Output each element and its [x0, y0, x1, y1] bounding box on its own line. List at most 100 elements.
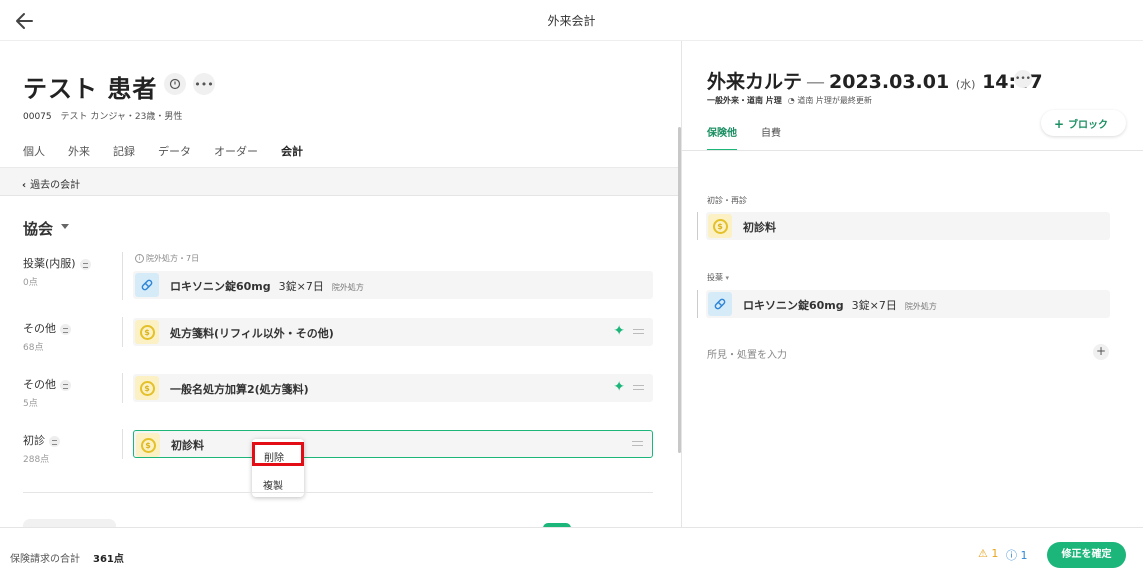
- sparkle-icon[interactable]: ✦: [613, 379, 625, 395]
- karte-item[interactable]: ロキソニン錠60mg 3錠×7日 院外処方: [706, 290, 1110, 318]
- karte-time: 14:47: [982, 71, 1043, 93]
- karte-item[interactable]: $ 初診料: [706, 212, 1110, 240]
- history-icon: ◔: [787, 96, 795, 105]
- past-accounting-label: 過去の会計: [30, 180, 81, 191]
- karte-title-text: 外来カルテ: [707, 71, 803, 93]
- page-title: 外来会計: [547, 14, 596, 28]
- drag-handle-icon[interactable]: [633, 329, 644, 334]
- reorder-icon[interactable]: [79, 258, 91, 270]
- reorder-icon[interactable]: [60, 323, 71, 335]
- past-accounting-link[interactable]: ‹ 過去の会計: [0, 168, 681, 196]
- chevron-left-icon: ‹: [22, 180, 27, 191]
- patient-details: テスト カンジャ・23歳・男性: [60, 112, 183, 122]
- category-label: 投薬(内服): [23, 255, 91, 271]
- section-label[interactable]: 投薬 ▾: [707, 272, 729, 283]
- patient-meta: 00075 テスト カンジャ・23歳・男性: [23, 109, 182, 122]
- category-name: 初診: [23, 434, 45, 447]
- info-count: 1: [1020, 549, 1028, 562]
- category-label: 初診: [23, 432, 60, 448]
- pill-icon: [708, 292, 732, 316]
- info-icon: ⓘ: [1006, 549, 1017, 562]
- coin-icon: $: [135, 376, 159, 400]
- info-icon: i: [135, 254, 144, 263]
- karte-updated: 道南 片理が最終更新: [797, 96, 872, 105]
- category-name: その他: [23, 322, 56, 335]
- reorder-icon[interactable]: [60, 379, 71, 391]
- category-name: その他: [23, 378, 56, 391]
- karte-more-icon[interactable]: •••: [1014, 70, 1032, 88]
- order-item-selected[interactable]: $ 初診料: [133, 430, 653, 458]
- pane-divider: [681, 41, 682, 527]
- section-divider: [23, 492, 653, 493]
- section-label: 初診・再診: [707, 196, 747, 205]
- karte-item-quantity: 3錠×7日: [851, 299, 897, 312]
- caret-down-icon[interactable]: [61, 224, 69, 229]
- item-sub: 院外処方: [331, 283, 364, 292]
- category-points: 0点: [23, 278, 38, 288]
- category-points: 288点: [23, 455, 50, 465]
- karte-item-sub: 院外処方: [904, 302, 937, 311]
- reorder-icon[interactable]: [49, 435, 60, 447]
- item-name: 処方箋料(リフィル以外・その他): [170, 327, 334, 340]
- caret-down-icon: ▾: [725, 274, 730, 282]
- block-button-label: ブロック: [1068, 120, 1109, 131]
- tab-insurance[interactable]: 保険他: [707, 124, 737, 151]
- accounting-pane: テスト 患者 ••• 00075 テスト カンジャ・23歳・男性 個人 外来 記…: [0, 41, 681, 527]
- category-label: その他: [23, 320, 71, 336]
- bottom-bar: 保険請求の合計 361点 ⚠ 1 ⓘ 1 修正を確定: [0, 527, 1143, 578]
- note-text: 院外処方・7日: [146, 254, 200, 263]
- total-value: 361点: [93, 554, 124, 565]
- item-name: ロキソニン錠60mg: [170, 280, 271, 293]
- category-label: その他: [23, 376, 71, 392]
- karte-item-name: ロキソニン錠60mg: [743, 299, 844, 312]
- drag-handle-icon[interactable]: [633, 385, 644, 390]
- confirm-button[interactable]: 修正を確定: [1047, 542, 1126, 568]
- coin-icon: $: [136, 433, 160, 457]
- category-name: 投薬(内服): [23, 257, 76, 270]
- item-quantity: 3錠×7日: [278, 280, 324, 293]
- findings-input[interactable]: 所見・処置を入力: [707, 346, 787, 361]
- insurer-title[interactable]: 協会: [23, 218, 53, 239]
- group-line: [122, 252, 123, 300]
- add-block-button[interactable]: + ブロック: [1041, 110, 1126, 136]
- faded-button[interactable]: [23, 519, 116, 527]
- karte-type: 一般外来・道南 片理: [707, 96, 782, 105]
- item-name: 初診料: [171, 439, 204, 452]
- karte-dow: (水): [955, 78, 976, 91]
- karte-date: 2023.03.01: [829, 71, 950, 93]
- category-points: 68点: [23, 343, 44, 353]
- section-label-text: 投薬: [707, 273, 723, 282]
- karte-sub: 一般外来・道南 片理 ◔ 道南 片理が最終更新: [707, 95, 872, 106]
- tab-self-pay[interactable]: 自費: [761, 124, 781, 151]
- group-line: [122, 373, 123, 403]
- drag-handle-icon[interactable]: [632, 441, 643, 446]
- warning-indicator[interactable]: ⚠ 1: [978, 547, 998, 560]
- patient-id: 00075: [23, 112, 52, 122]
- context-menu: 削除 複製: [252, 439, 304, 497]
- section-bar: [697, 290, 698, 318]
- delete-menu-item[interactable]: 削除: [252, 442, 304, 466]
- group-line: [122, 429, 123, 459]
- info-indicator[interactable]: ⓘ 1: [1006, 547, 1028, 563]
- karte-tabs-divider: [682, 150, 1143, 151]
- coin-icon: $: [708, 214, 732, 238]
- prescription-note: i 院外処方・7日: [135, 253, 199, 264]
- plus-icon: +: [1054, 117, 1065, 131]
- order-item[interactable]: $ 処方箋料(リフィル以外・その他) ✦: [133, 318, 653, 346]
- category-points: 5点: [23, 399, 38, 409]
- order-item[interactable]: $ 一般名処方加算2(処方箋料) ✦: [133, 374, 653, 402]
- section-bar: [697, 212, 698, 240]
- karte-tabs: 保険他 自費: [707, 124, 805, 151]
- add-findings-icon[interactable]: +: [1093, 344, 1109, 360]
- pill-icon: [135, 273, 159, 297]
- warning-count: 1: [991, 547, 999, 560]
- more-options-icon[interactable]: •••: [193, 73, 215, 95]
- total-label: 保険請求の合計: [10, 554, 80, 565]
- top-bar: 外来会計: [0, 0, 1143, 41]
- karte-item-name: 初診料: [743, 221, 776, 234]
- order-item[interactable]: ロキソニン錠60mg 3錠×7日 院外処方: [133, 271, 653, 299]
- sparkle-icon[interactable]: ✦: [613, 323, 625, 339]
- patient-name: テスト 患者: [23, 75, 158, 103]
- warning-icon: ⚠: [978, 547, 988, 560]
- memo-icon[interactable]: [164, 73, 186, 95]
